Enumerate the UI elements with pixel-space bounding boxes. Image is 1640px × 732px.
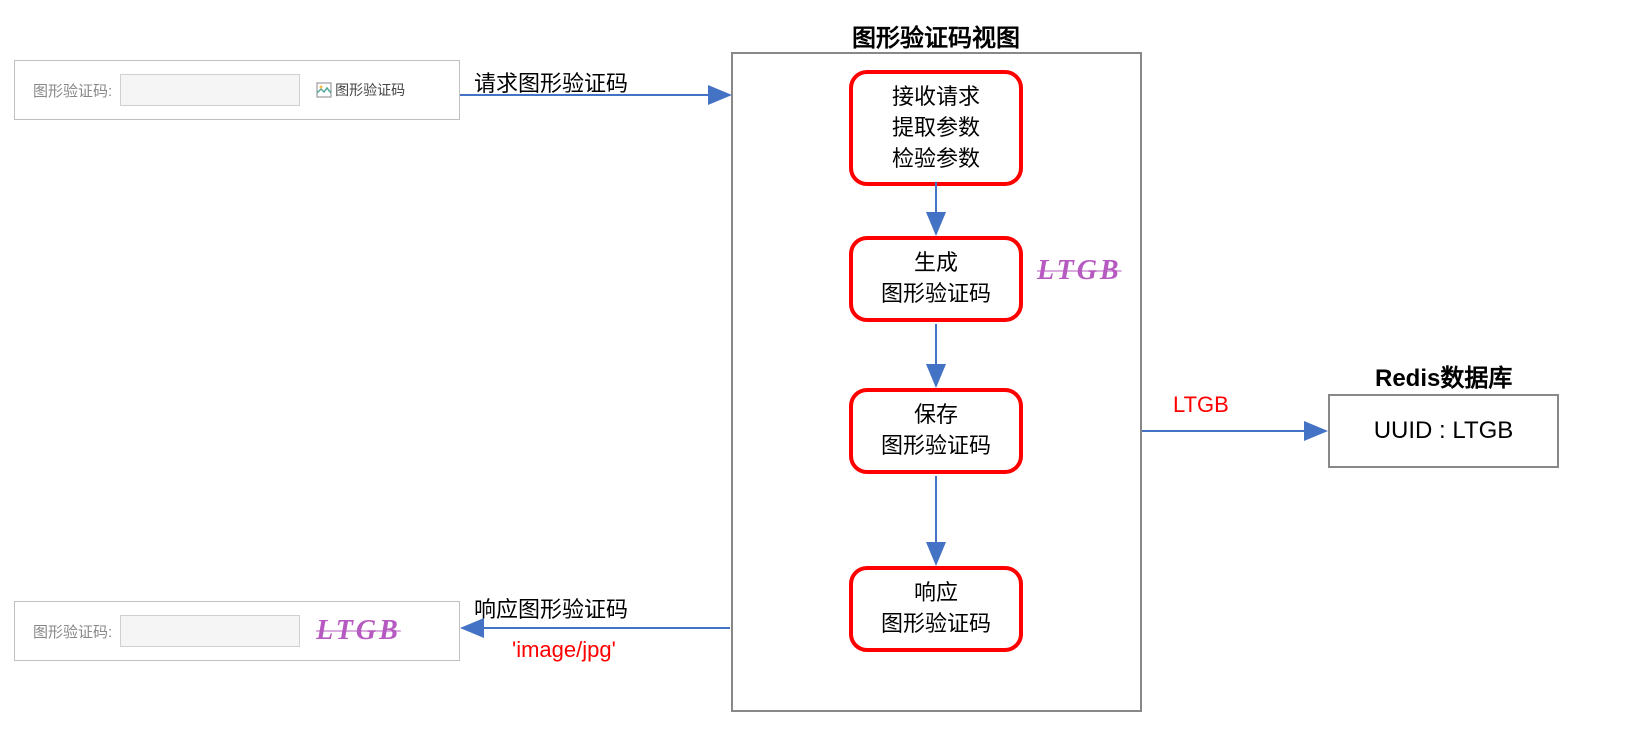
step-receive: 接收请求 提取参数 检验参数 xyxy=(849,70,1023,186)
captcha-sample-text: LTGB xyxy=(1037,255,1122,287)
redis-title: Redis数据库 xyxy=(1375,358,1512,393)
step-line: 图形验证码 xyxy=(881,279,991,310)
arrow-label-request: 请求图形验证码 xyxy=(474,66,628,98)
captcha-label-bottom: 图形验证码: xyxy=(33,621,112,642)
step-line: 检验参数 xyxy=(892,144,980,175)
step-line: 图形验证码 xyxy=(881,609,991,640)
broken-image-icon: 图形验证码 xyxy=(316,80,405,100)
step-generate: 生成 图形验证码 xyxy=(849,236,1023,322)
form-panel-response: 图形验证码: LTGB xyxy=(14,601,460,661)
redis-box: UUID : LTGB xyxy=(1328,394,1559,468)
captcha-sample: LTGB xyxy=(1037,255,1122,287)
step-respond: 响应 图形验证码 xyxy=(849,566,1023,652)
captcha-label-top: 图形验证码: xyxy=(33,80,112,101)
captcha-input-bottom[interactable] xyxy=(120,615,300,647)
step-line: 提取参数 xyxy=(892,113,980,144)
arrow-label-response: 响应图形验证码 xyxy=(474,592,628,624)
step-line: 保存 xyxy=(914,400,958,431)
redis-content: UUID : LTGB xyxy=(1374,417,1514,445)
arrow-label-response-type: 'image/jpg' xyxy=(512,637,616,663)
step-line: 接收请求 xyxy=(892,82,980,113)
form-panel-request: 图形验证码: 图形验证码 xyxy=(14,60,460,120)
step-line: 生成 xyxy=(914,248,958,279)
step-save: 保存 图形验证码 xyxy=(849,388,1023,474)
step-line: 响应 xyxy=(914,578,958,609)
main-title: 图形验证码视图 xyxy=(852,18,1020,53)
step-line: 图形验证码 xyxy=(881,431,991,462)
broken-image-alt: 图形验证码 xyxy=(335,80,405,100)
captcha-input-top[interactable] xyxy=(120,74,300,106)
arrow-label-to-redis: LTGB xyxy=(1173,392,1229,418)
captcha-image-bottom: LTGB xyxy=(316,615,401,647)
